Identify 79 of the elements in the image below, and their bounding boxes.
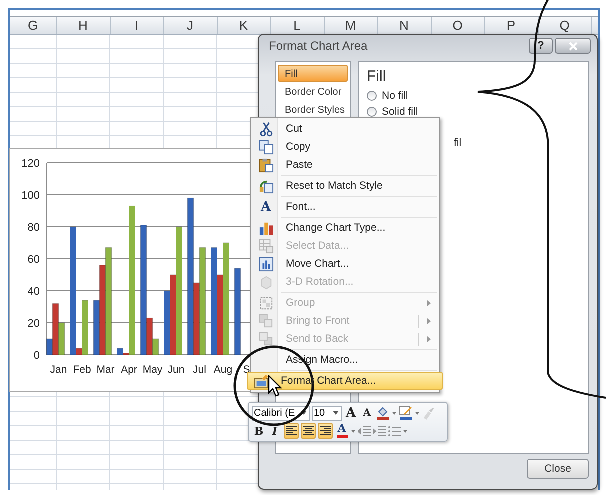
fill-bucket-icon[interactable] [376,406,390,420]
chart-area[interactable]: 0 20 40 60 80 100 120 Jan Feb Mar Apr May Jun Jul Aug S [9,148,251,392]
axis-label: Apr [121,364,138,376]
close-icon [568,42,578,50]
copy-icon [258,140,274,154]
menu-item[interactable]: Paste [252,156,438,174]
font-icon: A [260,200,272,214]
shrink-font-button[interactable]: A [360,405,374,421]
close-button[interactable] [555,38,591,54]
axis-label: S [243,364,250,376]
send-to-back-icon [258,332,274,346]
menu-item[interactable]: Reset to Match Style [252,177,438,195]
dropdown-arrow-icon[interactable] [415,412,420,414]
radio-button[interactable] [367,91,377,101]
option-label: fil [454,137,462,149]
option-label: Solid fill [382,106,418,118]
section-title: Fill [367,68,388,85]
menu-item[interactable]: Copy [252,138,438,156]
axis-label: May [142,364,163,376]
category-item[interactable]: Border Styles [278,101,348,118]
axis-label: Jun [168,364,185,376]
font-name-dropdown[interactable]: Calibri (E [252,406,310,420]
dropdown-arrow-icon [301,411,307,415]
align-button[interactable] [301,423,316,439]
close-button[interactable]: Close [527,459,589,479]
align-button[interactable] [318,423,333,439]
bar-chart-icon [258,220,274,236]
axis-label: 60 [28,254,40,266]
category-item[interactable]: Fill [278,65,348,82]
format-card-icon [254,374,268,388]
reset-style-icon [258,178,274,194]
radio-button[interactable] [367,107,377,117]
font-color-button[interactable]: A [335,423,349,439]
axis-label: 80 [28,222,40,234]
column-header[interactable]: J [164,17,218,34]
bold-button[interactable]: B [252,423,266,439]
option-label: No fill [382,90,408,102]
axis-label: 120 [22,158,40,170]
bring-to-front-icon [258,314,274,328]
grow-font-button[interactable]: A [344,405,358,421]
menu-item[interactable]: A Font... [252,198,438,216]
font-size-dropdown[interactable]: 10 [312,406,342,420]
window-title: Format Chart Area [269,39,369,53]
axis-label: 100 [22,190,40,202]
axis-label: Mar [96,364,115,376]
increase-indent-icon[interactable] [373,426,386,436]
menu-item[interactable]: Change Chart Type... [252,219,438,237]
axis-label: 0 [34,350,40,362]
menu-item[interactable]: Cut [252,120,438,138]
align-button[interactable] [284,423,299,439]
scissors-icon [258,122,274,136]
axis-label: Jul [193,364,206,376]
align-icon [320,426,331,436]
help-button[interactable]: ? [529,38,553,54]
column-header[interactable]: G [10,17,57,34]
align-icon [303,426,314,436]
axis-label: 40 [28,286,40,298]
dropdown-arrow-icon[interactable] [392,412,398,414]
data-table-icon [258,238,274,254]
decrease-indent-icon[interactable] [358,426,371,436]
group-icon [258,296,274,310]
axis-label: 20 [28,318,40,330]
bullet-list-icon[interactable] [388,426,401,436]
cube-icon [258,274,274,290]
column-header[interactable]: I [110,17,164,34]
dropdown-arrow-icon[interactable] [403,430,408,432]
category-item[interactable]: Border Color [278,83,348,100]
dropdown-arrow-icon [333,411,339,415]
move-chart-icon [258,256,274,272]
axis-label: Aug [214,364,233,376]
paste-icon [258,158,274,172]
italic-button[interactable]: I [268,423,282,439]
menu-item[interactable]: Move Chart... [252,255,438,273]
axis-label: Feb [73,364,92,376]
axis-label: Jan [50,364,68,376]
column-header[interactable]: H [57,17,110,34]
dropdown-arrow-icon[interactable] [351,430,356,432]
align-icon [286,426,297,436]
pencil-icon[interactable] [399,406,414,420]
